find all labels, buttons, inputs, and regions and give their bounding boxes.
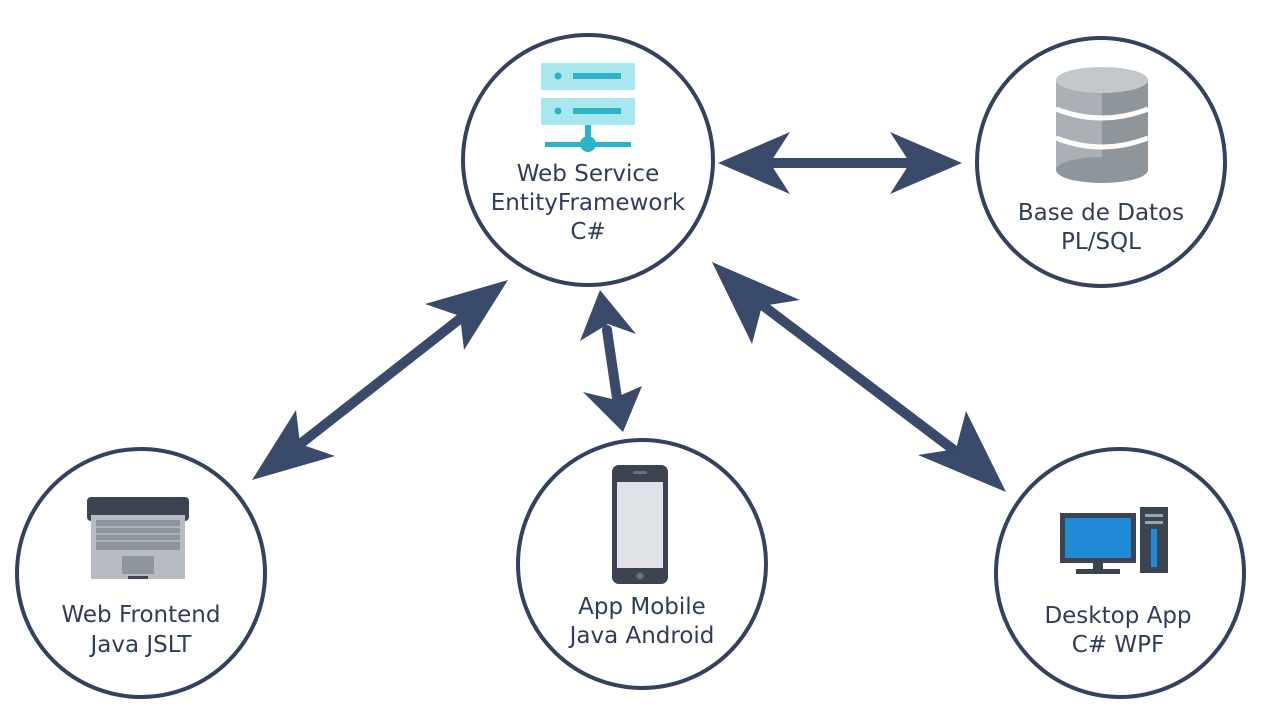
web-frontend-line-2: Java JSLT (89, 632, 193, 658)
node-web-service: Web Service EntityFramework C# (461, 33, 715, 287)
smartphone-icon (612, 465, 668, 584)
web-frontend-line-1: Web Frontend (62, 602, 221, 628)
web-service-line-1: Web Service (517, 161, 659, 187)
arrow-webservice-desktopapp (712, 262, 1006, 492)
desktop-app-line-1: Desktop App (1044, 603, 1191, 629)
arrow-webservice-database (718, 132, 962, 194)
database-line-2: PL/SQL (1061, 229, 1141, 255)
arrow-webservice-webfrontend (252, 280, 508, 480)
arrow-webservice-appmobile (580, 290, 642, 432)
architecture-diagram: Web Service EntityFramework C# Base de D… (15, 33, 1246, 699)
laptop-icon (87, 497, 189, 579)
database-line-1: Base de Datos (1018, 200, 1184, 226)
desktop-app-line-2: C# WPF (1072, 632, 1164, 658)
database-icon (1055, 67, 1149, 183)
node-web-frontend: Web Frontend Java JSLT (15, 447, 267, 699)
web-service-line-2: EntityFramework (491, 190, 686, 216)
web-service-line-3: C# (570, 219, 605, 245)
node-database: Base de Datos PL/SQL (975, 36, 1227, 288)
node-app-mobile: App Mobile Java Android (516, 438, 768, 690)
node-desktop-app: Desktop App C# WPF (994, 447, 1246, 699)
app-mobile-line-2: Java Android (568, 623, 715, 649)
app-mobile-line-1: App Mobile (578, 594, 706, 620)
